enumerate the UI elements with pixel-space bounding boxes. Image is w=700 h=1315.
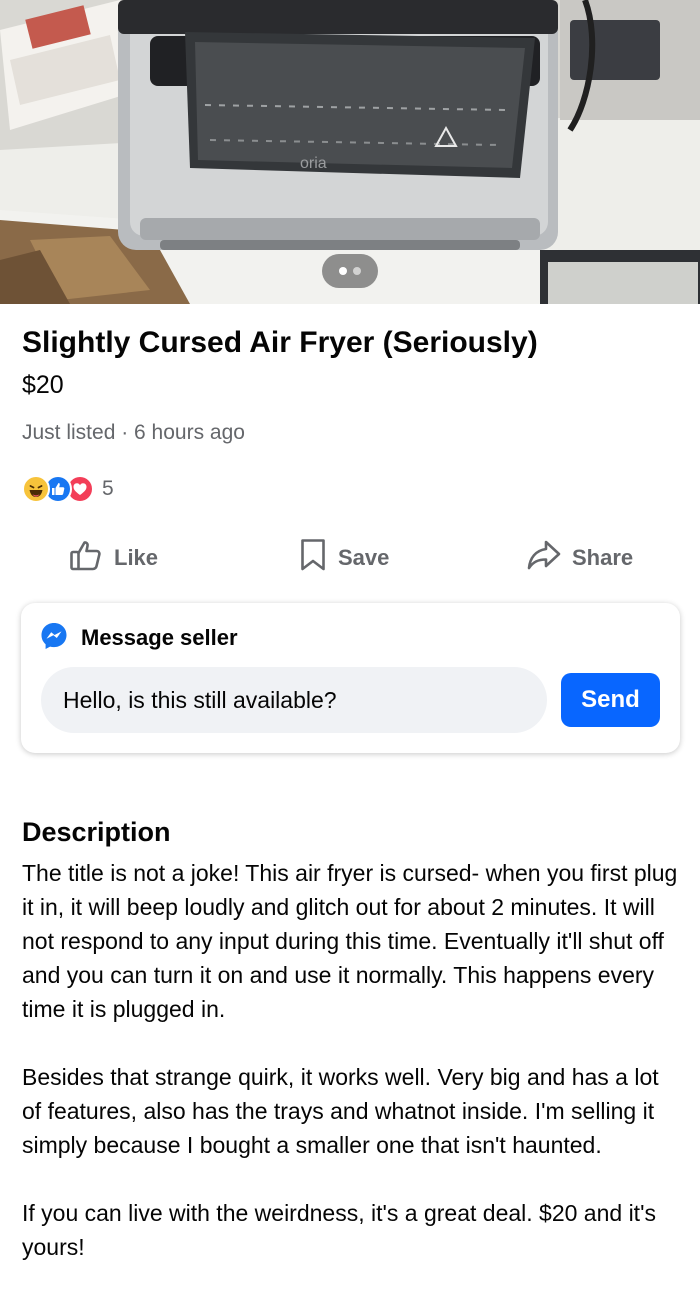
message-seller-card: Message seller Send	[21, 603, 680, 753]
haha-reaction-icon	[22, 475, 50, 503]
action-bar: Like Save Share	[0, 534, 700, 582]
listing-price: $20	[22, 371, 64, 399]
description-heading: Description	[22, 817, 171, 847]
save-button[interactable]: Save	[298, 534, 389, 582]
like-label: Like	[114, 545, 159, 570]
share-button[interactable]: Share	[526, 534, 633, 582]
share-arrow-icon	[526, 537, 562, 579]
send-button[interactable]: Send	[561, 673, 660, 727]
brand-logo: oria	[300, 155, 327, 172]
listing-title: Slightly Cursed Air Fryer (Seriously)	[22, 326, 538, 359]
description-body: The title is not a joke! This air fryer …	[22, 856, 684, 1264]
listing-meta: Just listed · 6 hours ago	[22, 421, 245, 444]
message-seller-header: Message seller	[39, 621, 238, 656]
message-input[interactable]	[41, 667, 547, 733]
messenger-icon	[39, 621, 69, 656]
reaction-count: 5	[102, 477, 114, 500]
listing-photo[interactable]: oria	[0, 0, 700, 304]
share-label: Share	[572, 545, 634, 570]
like-button[interactable]: Like	[68, 534, 158, 582]
message-seller-label: Message seller	[81, 625, 238, 650]
description-paragraph: The title is not a joke! This air fryer …	[22, 860, 678, 1022]
pager-dot-active	[339, 267, 347, 275]
reactions-summary[interactable]: 5	[22, 474, 114, 504]
photo-pager[interactable]	[322, 254, 378, 288]
save-label: Save	[338, 545, 390, 570]
description-paragraph: If you can live with the weirdness, it's…	[22, 1200, 656, 1260]
bookmark-icon	[298, 537, 328, 579]
description-paragraph: Besides that strange quirk, it works wel…	[22, 1064, 659, 1158]
pager-dot	[353, 267, 361, 275]
thumbs-up-icon	[68, 537, 104, 579]
